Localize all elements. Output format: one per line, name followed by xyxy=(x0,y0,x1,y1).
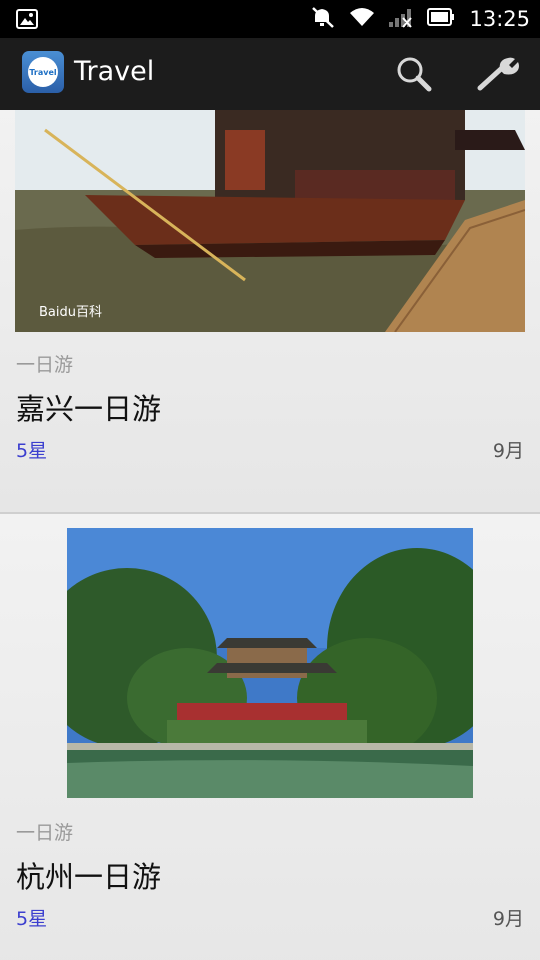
card-title: 杭州一日游 xyxy=(16,860,162,894)
mute-icon xyxy=(311,6,335,32)
card-title: 嘉兴一日游 xyxy=(16,392,162,426)
image-notification-icon xyxy=(16,9,38,33)
search-icon xyxy=(397,57,432,92)
settings-button[interactable] xyxy=(474,54,522,94)
card-month: 9月 xyxy=(492,908,524,930)
app-title: Travel xyxy=(74,56,155,87)
wifi-icon xyxy=(349,6,375,32)
card-rating: 5星 xyxy=(16,908,48,930)
wrench-icon xyxy=(477,57,519,91)
signal-icon xyxy=(389,6,413,32)
status-bar: 13:25 xyxy=(0,0,540,38)
travel-list[interactable]: Baidu百科 一日游 嘉兴一日游 5星 9月 一日游 杭州一日游 5星 9月 xyxy=(0,110,540,960)
battery-icon xyxy=(427,8,455,30)
watermark: Baidu百科 xyxy=(39,305,102,320)
card-month: 9月 xyxy=(492,440,524,462)
list-item[interactable]: Baidu百科 一日游 嘉兴一日游 5星 9月 xyxy=(0,110,540,513)
card-rating: 5星 xyxy=(16,440,48,462)
search-button[interactable] xyxy=(394,54,434,94)
boat-on-lake-photo: Baidu百科 xyxy=(15,110,525,332)
list-item[interactable]: 一日游 杭州一日游 5星 9月 xyxy=(0,514,540,960)
card-category: 一日游 xyxy=(16,822,74,844)
app-logo-text: Travel xyxy=(28,57,58,87)
action-bar: Travel Travel xyxy=(0,38,540,110)
pavilion-by-lake-photo xyxy=(67,528,473,798)
app-logo[interactable]: Travel xyxy=(22,51,64,93)
card-category: 一日游 xyxy=(16,354,74,376)
status-time: 13:25 xyxy=(469,7,530,31)
